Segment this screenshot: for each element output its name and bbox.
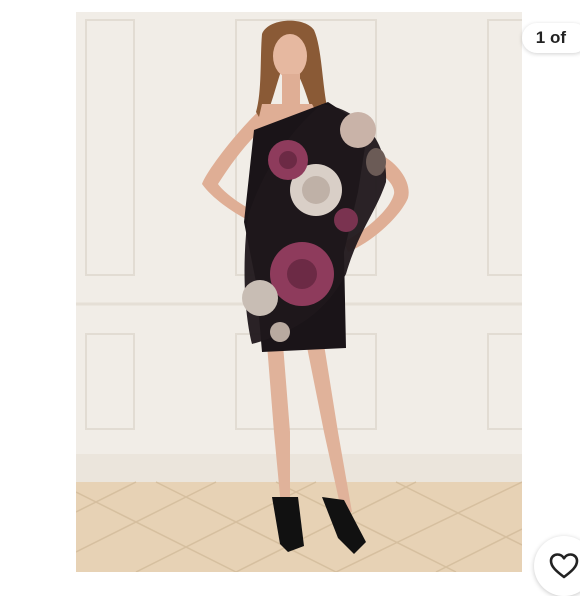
heart-outline-icon [549, 553, 579, 579]
image-counter-pill: 1 of [521, 23, 580, 53]
product-photo[interactable] [76, 12, 522, 572]
image-counter-text: 1 of [535, 28, 566, 47]
image-viewer: 1 of [0, 0, 580, 596]
photo-illustration [76, 12, 522, 572]
like-button[interactable] [534, 536, 580, 596]
